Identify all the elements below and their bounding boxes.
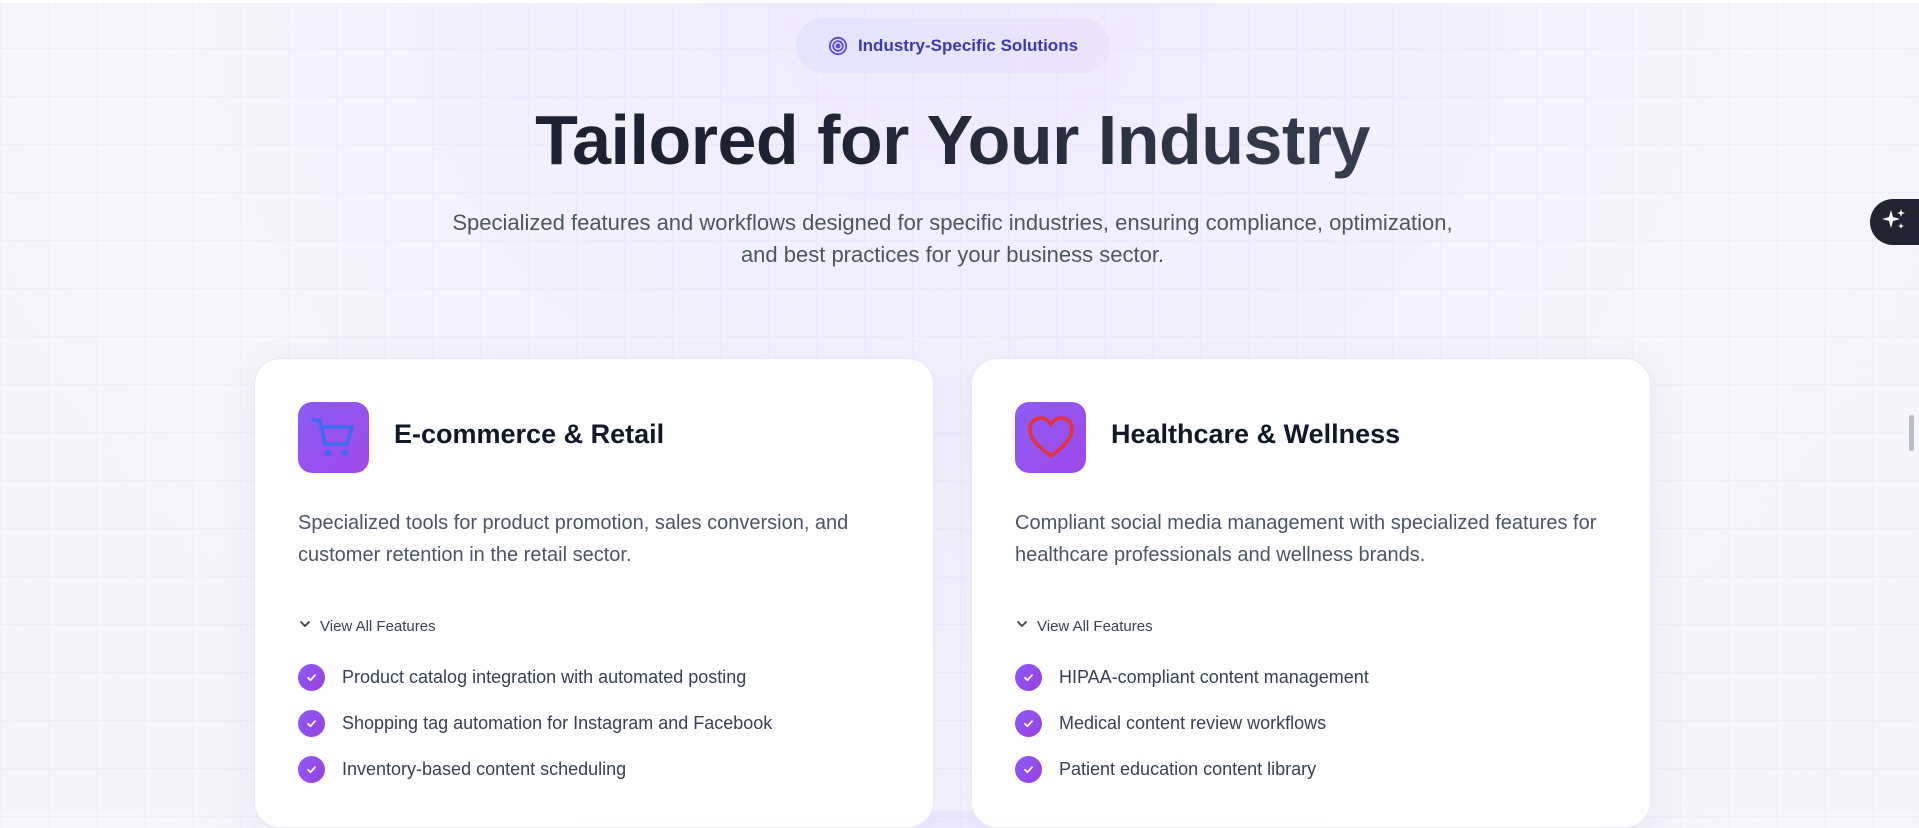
industry-section: Industry-Specific Solutions Tailored for… — [0, 0, 1905, 828]
feature-item: Product catalog integration with automat… — [298, 664, 772, 691]
check-icon — [298, 710, 325, 737]
chevron-down-icon — [1015, 617, 1029, 635]
feature-text: Shopping tag automation for Instagram an… — [342, 713, 773, 733]
chevron-down-icon — [298, 617, 312, 635]
card-description: Specialized tools for product promotion,… — [298, 512, 849, 566]
target-icon — [828, 36, 848, 56]
feature-text: HIPAA-compliant content management — [1059, 667, 1369, 687]
page-title: Tailored for Your Industry — [0, 100, 1905, 180]
feature-text: Product catalog integration with automat… — [342, 667, 747, 687]
view-all-features-toggle[interactable]: View All Features — [1015, 617, 1153, 635]
check-icon — [1015, 710, 1042, 737]
section-badge: Industry-Specific Solutions — [796, 18, 1110, 73]
check-icon — [298, 756, 325, 783]
scrollbar-thumb[interactable] — [1909, 415, 1914, 451]
view-all-features-toggle[interactable]: View All Features — [298, 617, 436, 635]
feature-list: Product catalog integration with automat… — [298, 664, 772, 802]
scrollbar[interactable] — [1905, 0, 1919, 811]
check-icon — [298, 664, 325, 691]
card-description: Compliant social media management with s… — [1015, 512, 1597, 566]
feature-item: Medical content review workflows — [1015, 710, 1369, 737]
view-all-features-label: View All Features — [1037, 617, 1153, 635]
feature-item: HIPAA-compliant content management — [1015, 664, 1369, 691]
industry-card-ecommerce: E-commerce & Retail Specialized tools fo… — [254, 358, 934, 828]
heart-icon — [1015, 402, 1086, 473]
card-title: Healthcare & Wellness — [1111, 419, 1401, 449]
check-icon — [1015, 664, 1042, 691]
check-icon — [1015, 756, 1042, 783]
feature-item: Inventory-based content scheduling — [298, 756, 772, 783]
sparkles-icon — [1881, 207, 1907, 238]
industry-card-healthcare: Healthcare & Wellness Compliant social m… — [971, 358, 1651, 828]
section-badge-label: Industry-Specific Solutions — [857, 35, 1079, 55]
view-all-features-label: View All Features — [320, 617, 436, 635]
feature-text: Medical content review workflows — [1059, 713, 1327, 733]
page-subtitle: Specialized features and workflows desig… — [452, 210, 1453, 267]
feature-text: Patient education content library — [1059, 759, 1317, 779]
feature-text: Inventory-based content scheduling — [342, 759, 627, 779]
card-title: E-commerce & Retail — [394, 419, 665, 449]
shopping-cart-icon — [298, 402, 369, 473]
feature-list: HIPAA-compliant content management Medic… — [1015, 664, 1369, 802]
feature-item: Shopping tag automation for Instagram an… — [298, 710, 772, 737]
feature-item: Patient education content library — [1015, 756, 1369, 783]
